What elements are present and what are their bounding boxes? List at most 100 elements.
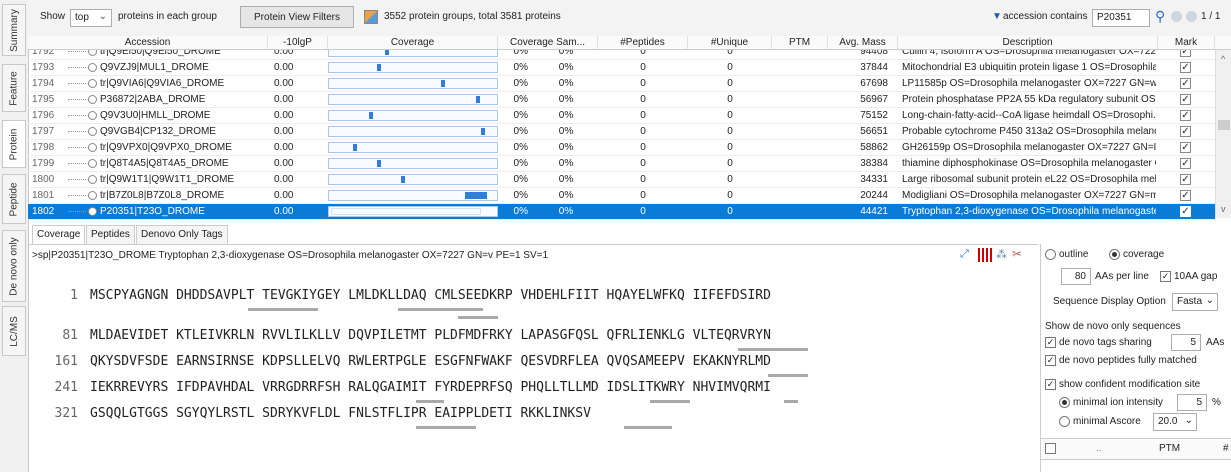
gap-checkbox[interactable]: ✓	[1160, 271, 1171, 282]
vtab-feature[interactable]: Feature	[2, 64, 26, 112]
column-header[interactable]: Coverage Sam...	[498, 36, 598, 49]
row-radio[interactable]	[88, 63, 97, 72]
accession-cell: tr|Q8T4A5|Q8T4A5_DROME	[100, 158, 229, 169]
mark-checkbox[interactable]: ✓	[1180, 126, 1191, 137]
table-row[interactable]: 1802 P20351|T23O_DROME 0.00 0% 0% 0 0 44421 Tryp…	[28, 204, 1215, 220]
row-radio[interactable]	[88, 191, 97, 200]
outline-radio[interactable]	[1045, 249, 1056, 260]
ptm-select-all-checkbox[interactable]	[1045, 443, 1056, 454]
coverage-radio[interactable]	[1109, 249, 1120, 260]
table-row[interactable]: 1795 P36872|2ABA_DROME 0.00 0% 0% 0 0 56967 Prot…	[28, 92, 1215, 108]
column-header[interactable]: Avg. Mass	[828, 36, 898, 49]
aas-per-line-stepper[interactable]: 80	[1061, 268, 1091, 285]
search-icon[interactable]: ⚲	[1155, 8, 1165, 25]
column-header[interactable]: -10lgP	[268, 36, 328, 49]
tab-denovo-only-tags[interactable]: Denovo Only Tags	[136, 225, 228, 244]
filter-field-label[interactable]: accession contains	[1003, 11, 1088, 22]
table-row[interactable]: 1797 Q9VGB4|CP132_DROME 0.00 0% 0% 0 0 56651 Pro…	[28, 124, 1215, 140]
vtab-de-novo-only[interactable]: De novo only	[2, 230, 26, 302]
peptide-coverage-mark[interactable]	[650, 400, 690, 403]
peptide-coverage-mark[interactable]	[738, 348, 808, 351]
accession-cell: tr|Q9VIA6|Q9VIA6_DROME	[100, 78, 225, 89]
description-cell: Protein phosphatase PP2A 55 kDa regulato…	[902, 94, 1156, 105]
protein-view-filters-button[interactable]: Protein View Filters	[240, 6, 354, 28]
table-scrollbar[interactable]: ^ v	[1215, 50, 1231, 218]
chevron-down-icon[interactable]: ▼	[992, 11, 1002, 22]
row-radio[interactable]	[88, 95, 97, 104]
mark-checkbox[interactable]: ✓	[1180, 174, 1191, 185]
vtab-summary[interactable]: Summary	[2, 4, 26, 56]
unique-cell: 0	[727, 206, 733, 217]
show-top-select[interactable]: top ⌄	[70, 9, 112, 27]
mark-checkbox[interactable]: ✓	[1180, 206, 1191, 217]
row-radio[interactable]	[88, 50, 97, 56]
column-header[interactable]: #Unique	[688, 36, 772, 49]
min-ascore-radio[interactable]	[1059, 416, 1070, 427]
chevron-down-icon[interactable]: v	[1221, 204, 1226, 214]
fully-matched-checkbox[interactable]: ✓	[1045, 355, 1056, 366]
mark-checkbox[interactable]: ✓	[1180, 94, 1191, 105]
peptide-coverage-mark[interactable]	[416, 400, 444, 403]
tab-coverage[interactable]: Coverage	[32, 225, 86, 244]
row-radio[interactable]	[88, 111, 97, 120]
mark-checkbox[interactable]: ✓	[1180, 110, 1191, 121]
mark-checkbox[interactable]: ✓	[1180, 62, 1191, 73]
tags-sharing-stepper[interactable]: 5	[1171, 334, 1201, 351]
min-ion-radio[interactable]	[1059, 397, 1070, 408]
column-header[interactable]: Mark	[1158, 36, 1215, 49]
vtab-peptide[interactable]: Peptide	[2, 174, 26, 224]
peptide-coverage-mark[interactable]	[458, 316, 498, 319]
table-row[interactable]: 1798 tr|Q9VPX0|Q9VPX0_DROME 0.00 0% 0% 0 0 5886…	[28, 140, 1215, 156]
previous-icon[interactable]	[1171, 11, 1182, 22]
bars-icon[interactable]	[978, 248, 992, 262]
row-radio[interactable]	[88, 143, 97, 152]
column-header[interactable]: Accession	[28, 36, 268, 49]
next-icon[interactable]	[1186, 11, 1197, 22]
row-radio[interactable]	[88, 127, 97, 136]
confident-mod-checkbox[interactable]: ✓	[1045, 379, 1056, 390]
table-row[interactable]: 1792 tr|Q9Ei50|Q9Ei50_DROME 0.00 0% 0% 0 0 9440…	[28, 50, 1215, 60]
table-row[interactable]: 1800 tr|Q9W1T1|Q9W1T1_DROME 0.00 0% 0% 0 0 3433…	[28, 172, 1215, 188]
mark-checkbox[interactable]: ✓	[1180, 142, 1191, 153]
chevron-up-icon[interactable]: ^	[1221, 54, 1225, 64]
peptide-coverage-mark[interactable]	[416, 426, 476, 429]
peptide-coverage-mark[interactable]	[248, 308, 318, 311]
coverage-sample-cell: 0%	[558, 142, 574, 153]
row-radio[interactable]	[88, 79, 97, 88]
mark-checkbox[interactable]: ✓	[1180, 190, 1191, 201]
spectrum-icon[interactable]: ⁂	[996, 248, 1007, 261]
peptide-coverage-mark[interactable]	[784, 400, 798, 403]
column-header[interactable]: PTM	[772, 36, 828, 49]
tab-peptides[interactable]: Peptides	[86, 225, 135, 244]
peptide-coverage-mark[interactable]	[624, 426, 672, 429]
row-radio[interactable]	[88, 159, 97, 168]
tags-sharing-checkbox[interactable]: ✓	[1045, 337, 1056, 348]
scrollbar-thumb[interactable]	[1218, 120, 1230, 130]
table-row[interactable]: 1796 Q9V3U0|HMLL_DROME 0.00 0% 0% 0 0 75152 Long…	[28, 108, 1215, 124]
min-ion-stepper[interactable]: 5	[1177, 394, 1207, 411]
column-header[interactable]: #Peptides	[598, 36, 688, 49]
table-row[interactable]: 1794 tr|Q9VIA6|Q9VIA6_DROME 0.00 0% 0% 0 0 6769…	[28, 76, 1215, 92]
column-header[interactable]: Description	[898, 36, 1158, 49]
table-row[interactable]: 1801 tr|B7Z0L8|B7Z0L8_DROME 0.00 0% 0% 0 0 2024…	[28, 188, 1215, 204]
peptide-coverage-mark[interactable]	[458, 308, 483, 311]
accession-filter-input[interactable]: P20351	[1092, 9, 1150, 27]
vtab-lcms[interactable]: LC/MS	[2, 306, 26, 356]
mark-checkbox[interactable]: ✓	[1180, 158, 1191, 169]
tools-icon[interactable]: ✂	[1012, 247, 1022, 261]
column-header[interactable]: Coverage	[328, 36, 498, 49]
table-row[interactable]: 1799 tr|Q8T4A5|Q8T4A5_DROME 0.00 0% 0% 0 0 3838…	[28, 156, 1215, 172]
vtab-protein[interactable]: Protein	[2, 120, 26, 168]
coverage-bar	[328, 110, 498, 121]
min-ascore-select[interactable]: 20.0 ⌄	[1153, 413, 1197, 431]
expand-icon[interactable]: ⤢	[960, 248, 976, 262]
row-radio[interactable]	[88, 175, 97, 184]
peptide-coverage-mark[interactable]	[768, 374, 808, 377]
mark-checkbox[interactable]: ✓	[1180, 50, 1191, 57]
tree-connector	[68, 147, 86, 148]
seq-display-select[interactable]: Fasta ⌄	[1172, 293, 1218, 311]
row-radio[interactable]	[88, 207, 97, 216]
table-row[interactable]: 1793 Q9VZJ9|MUL1_DROME 0.00 0% 0% 0 0 37844 Mito…	[28, 60, 1215, 76]
unique-cell: 0	[727, 126, 733, 137]
mark-checkbox[interactable]: ✓	[1180, 78, 1191, 89]
